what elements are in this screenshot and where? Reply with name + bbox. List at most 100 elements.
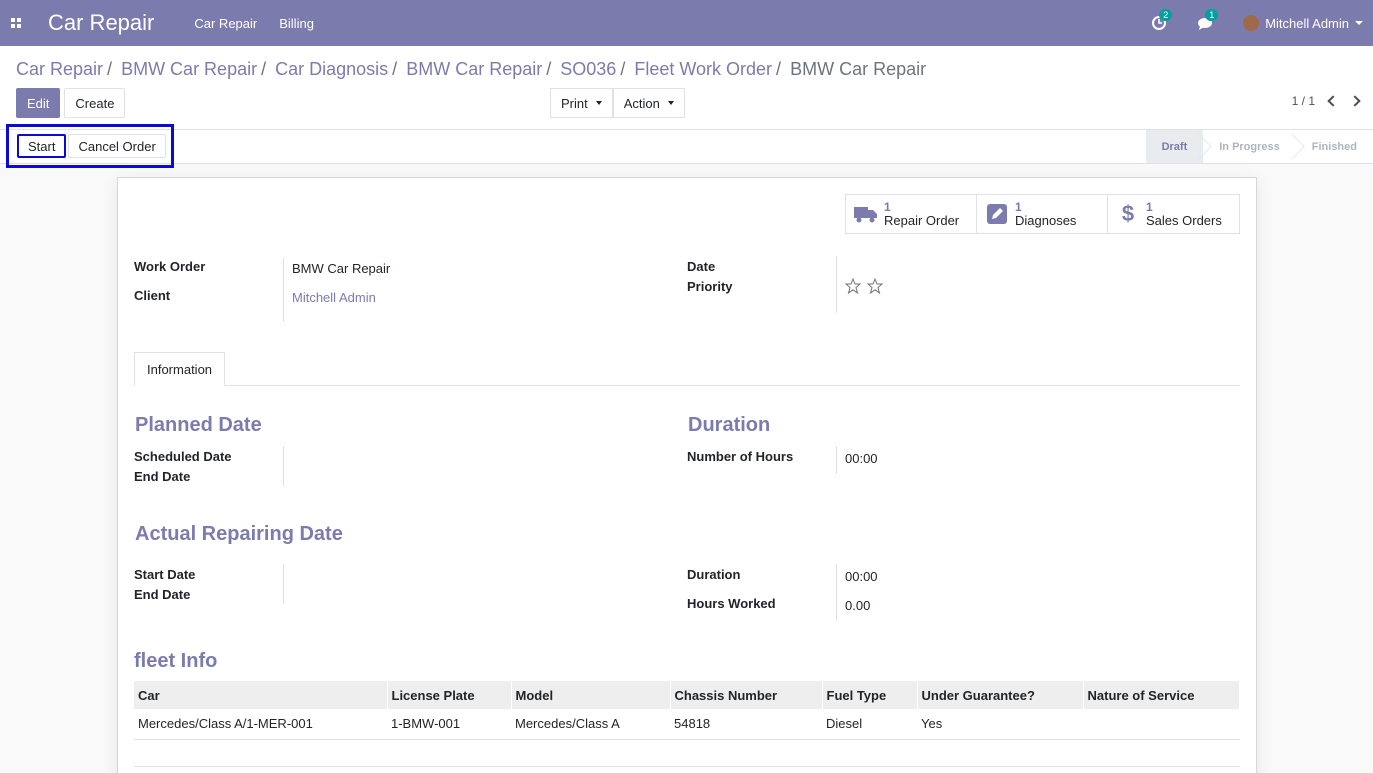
start-button[interactable]: Start: [17, 134, 67, 158]
action-dropdown[interactable]: Action: [612, 88, 685, 118]
table-cell: Mercedes/Class A: [511, 709, 670, 740]
breadcrumb-item[interactable]: Car Diagnosis: [275, 59, 388, 79]
user-avatar[interactable]: [1243, 15, 1260, 31]
create-button[interactable]: Create: [64, 88, 126, 118]
form-statusbar: Start Cancel Order Draft In Progress Fin…: [0, 124, 1373, 168]
repair-order-smart-button[interactable]: 1 Repair Order: [846, 195, 977, 233]
client-link[interactable]: Mitchell Admin: [292, 290, 376, 305]
table-row[interactable]: Mercedes/Class A/1-MER-001 1-BMW-001 Mer…: [134, 709, 1240, 740]
breadcrumb-item[interactable]: BMW Car Repair: [406, 59, 542, 79]
menu-billing[interactable]: Billing: [279, 16, 314, 31]
fleet-info-table: Car License Plate Model Chassis Number F…: [134, 681, 1240, 740]
pager-next-icon[interactable]: [1349, 95, 1361, 107]
field-divider: [283, 258, 284, 322]
number-of-hours-value[interactable]: 00:00: [845, 451, 878, 466]
user-menu-caret-icon[interactable]: [1355, 21, 1363, 25]
priority-star-icon[interactable]: [845, 278, 861, 294]
field-divider: [836, 256, 837, 313]
duration-title: Duration: [688, 414, 771, 436]
smart-button-box: 1 Repair Order 1 Diagnoses $ 1 Sales Orders: [845, 194, 1240, 234]
pager-value[interactable]: 1 / 1: [1292, 94, 1315, 108]
action-label: Action: [623, 95, 660, 111]
planned-date-title: Planned Date: [135, 414, 262, 436]
caret-down-icon: [667, 101, 674, 105]
table-cell: 54818: [670, 709, 822, 740]
breadcrumb-item[interactable]: BMW Car Repair: [121, 59, 257, 79]
breadcrumb-item[interactable]: Car Repair: [16, 59, 103, 79]
column-header[interactable]: Car: [134, 681, 388, 709]
scheduled-date-label: Scheduled Date: [134, 449, 232, 464]
column-header[interactable]: License Plate: [387, 681, 512, 709]
breadcrumb-separator: /: [620, 59, 626, 79]
smart-label: Sales Orders: [1146, 213, 1222, 228]
menu-car-repair[interactable]: Car Repair: [194, 16, 257, 31]
start-date-label: Start Date: [134, 567, 196, 582]
fleet-info-title: fleet Info: [134, 650, 218, 672]
smart-count: 1: [1146, 200, 1153, 214]
priority-star-icon[interactable]: [867, 278, 883, 294]
pencil-square-icon: [985, 202, 1009, 226]
field-divider: [836, 446, 837, 474]
app-brand[interactable]: Car Repair: [48, 10, 154, 36]
priority-label: Priority: [687, 279, 733, 294]
separator: [134, 766, 1240, 767]
table-header-row: Car License Plate Model Chassis Number F…: [134, 681, 1240, 709]
diagnoses-smart-button[interactable]: 1 Diagnoses: [977, 195, 1108, 233]
work-order-value[interactable]: BMW Car Repair: [292, 261, 390, 276]
cancel-order-button[interactable]: Cancel Order: [68, 134, 166, 158]
breadcrumb-item[interactable]: SO036: [560, 59, 616, 79]
actual-repairing-date-title: Actual Repairing Date: [135, 523, 343, 545]
activity-clock-icon[interactable]: 2: [1151, 9, 1173, 31]
pager-previous-icon[interactable]: [1327, 95, 1339, 107]
breadcrumb-separator: /: [546, 59, 552, 79]
stage-finished[interactable]: Finished: [1296, 130, 1373, 163]
messages-chat-icon[interactable]: 1: [1197, 9, 1219, 31]
stage-draft[interactable]: Draft: [1145, 130, 1204, 163]
stage-in-progress[interactable]: In Progress: [1203, 130, 1296, 163]
column-header[interactable]: Under Guarantee?: [917, 681, 1084, 709]
caret-down-icon: [595, 101, 602, 105]
smart-label: Diagnoses: [1015, 213, 1077, 228]
pager: 1 / 1: [1292, 94, 1361, 108]
smart-count: 1: [884, 200, 891, 214]
table-cell: [1083, 709, 1240, 740]
breadcrumb-separator: /: [776, 59, 782, 79]
print-dropdown[interactable]: Print: [550, 88, 613, 118]
sales-orders-smart-button[interactable]: $ 1 Sales Orders: [1108, 195, 1239, 233]
breadcrumb-current: BMW Car Repair: [790, 59, 927, 79]
messages-badge: 1: [1205, 9, 1219, 21]
duration-label: Duration: [687, 567, 741, 582]
work-order-label: Work Order: [134, 259, 206, 274]
column-header[interactable]: Nature of Service: [1083, 681, 1240, 709]
tab-information[interactable]: Information: [134, 352, 226, 386]
control-panel: Car Repair / BMW Car Repair / Car Diagnosi…: [0, 46, 1373, 130]
breadcrumb-separator: /: [392, 59, 398, 79]
breadcrumb-item[interactable]: Fleet Work Order: [634, 59, 772, 79]
truck-icon: [854, 202, 878, 226]
column-header[interactable]: Fuel Type: [822, 681, 918, 709]
duration-value[interactable]: 00:00: [845, 569, 878, 584]
table-cell: Mercedes/Class A/1-MER-001: [134, 709, 387, 740]
table-cell: 1-BMW-001: [387, 709, 511, 740]
hours-worked-value[interactable]: 0.00: [845, 598, 870, 613]
edit-button[interactable]: Edit: [16, 88, 61, 118]
highlighted-status-buttons: Start Cancel Order: [6, 124, 174, 168]
field-divider: [283, 564, 284, 604]
print-label: Print: [561, 95, 588, 111]
hours-worked-label: Hours Worked: [687, 596, 776, 611]
breadcrumb-separator: /: [107, 59, 113, 79]
smart-count: 1: [1015, 200, 1022, 214]
user-menu[interactable]: Mitchell Admin: [1265, 16, 1349, 31]
table-cell: Diesel: [822, 709, 917, 740]
date-label: Date: [687, 259, 716, 274]
table-cell: Yes: [917, 709, 1083, 740]
client-label: Client: [134, 288, 171, 303]
column-header[interactable]: Model: [511, 681, 671, 709]
activity-badge: 2: [1159, 9, 1173, 21]
actual-end-date-label: End Date: [134, 587, 191, 602]
field-divider: [283, 446, 284, 486]
form-sheet: 1 Repair Order 1 Diagnoses $ 1 Sales Orders…: [117, 177, 1257, 773]
stage-bar: Draft In Progress Finished: [1145, 130, 1373, 163]
apps-menu-icon[interactable]: [0, 0, 32, 46]
column-header[interactable]: Chassis Number: [670, 681, 823, 709]
